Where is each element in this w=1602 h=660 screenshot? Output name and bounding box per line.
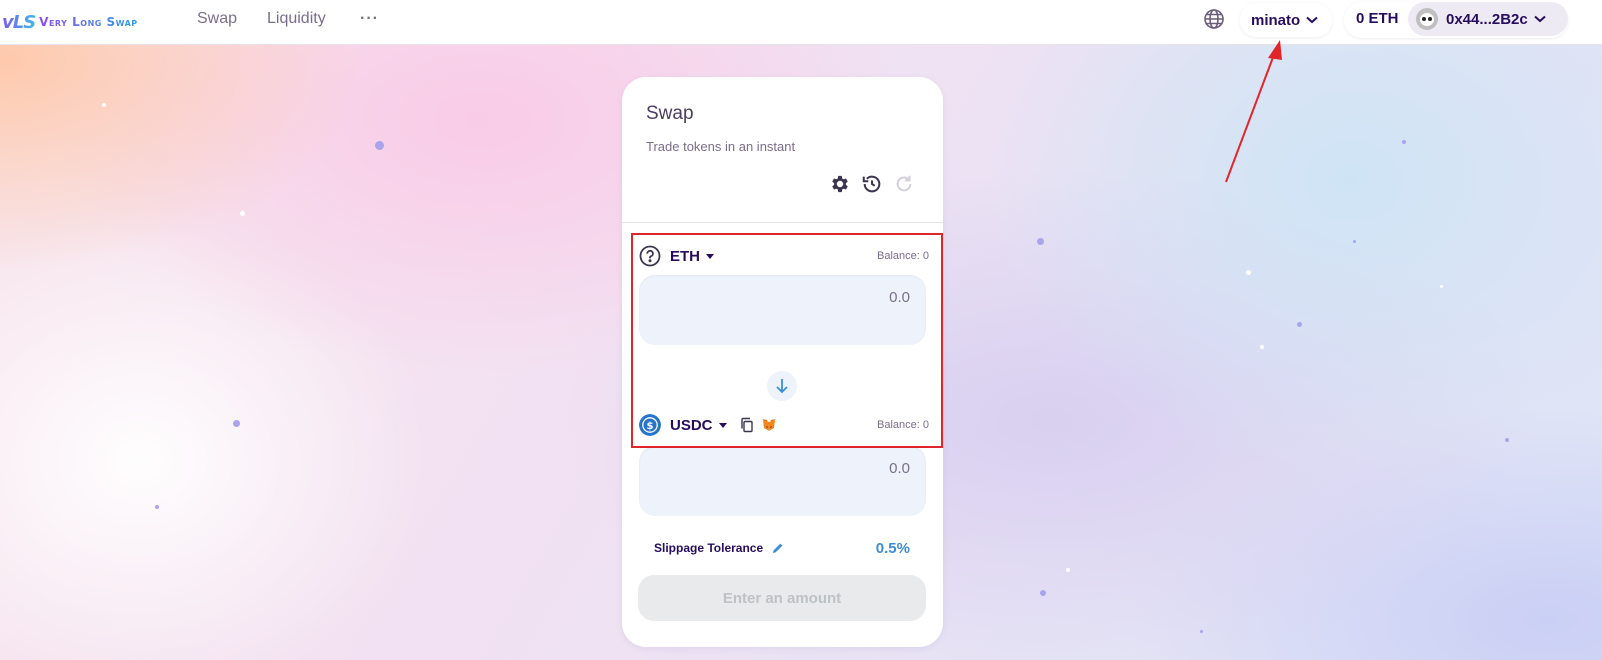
logo-mark: vLS (2, 11, 36, 33)
annotation-arrow (1225, 40, 1282, 183)
sparkle-dot (240, 211, 245, 216)
slippage-value: 0.5% (875, 539, 910, 557)
switch-tokens-button[interactable] (767, 371, 797, 401)
nav-link-liquidity[interactable]: Liquidity (267, 0, 326, 45)
sparkle-dot (1066, 568, 1070, 572)
chevron-down-icon (1534, 15, 1546, 23)
svg-text:$: $ (647, 421, 654, 432)
nav-more-menu[interactable]: ··· (360, 0, 379, 45)
page-title: Swap (646, 103, 694, 124)
sparkle-dot (1246, 270, 1251, 275)
from-amount-box (639, 275, 926, 345)
sparkle-dot (1353, 240, 1356, 243)
caret-down-icon[interactable] (706, 253, 714, 259)
logo-text: Very Long Swap (39, 15, 138, 29)
to-amount-box (639, 446, 926, 516)
from-balance: Balance: 0 (877, 250, 929, 262)
pencil-icon[interactable] (772, 542, 784, 554)
network-label: minato (1251, 11, 1301, 29)
globe-icon[interactable] (1202, 7, 1226, 31)
page-subtitle: Trade tokens in an instant (646, 139, 796, 154)
refresh-icon[interactable] (893, 173, 915, 195)
avatar (1416, 8, 1438, 30)
from-token-row: ETH Balance: 0 (639, 244, 929, 268)
sparkle-dot (1297, 322, 1302, 327)
account-button[interactable]: 0x44...2B2c (1408, 2, 1568, 36)
sparkle-dot (233, 420, 240, 427)
slippage-row: Slippage Tolerance 0.5% (654, 538, 910, 558)
sparkle-dot (375, 141, 384, 150)
metamask-icon[interactable] (761, 417, 777, 433)
network-selector[interactable]: minato (1240, 3, 1332, 37)
usdc-token-icon: $ (639, 414, 661, 436)
enter-amount-button[interactable]: Enter an amount (638, 575, 926, 621)
history-icon[interactable] (861, 173, 883, 195)
wallet-address: 0x44...2B2c (1446, 10, 1528, 28)
top-navigation-bar: vLS Very Long Swap Swap Liquidity ··· mi… (0, 0, 1602, 45)
slippage-label: Slippage Tolerance (654, 541, 764, 555)
arrow-down-icon (776, 379, 788, 394)
to-token-select[interactable]: USDC (670, 417, 713, 434)
copy-icon[interactable] (739, 417, 755, 433)
brand-logo[interactable]: vLS Very Long Swap (2, 0, 138, 45)
sparkle-dot (155, 505, 159, 509)
sparkle-dot (1402, 140, 1406, 144)
sparkle-dot (102, 103, 106, 107)
swap-card: Swap Trade tokens in an instant ETH Bala… (622, 77, 943, 647)
to-balance: Balance: 0 (877, 419, 929, 431)
caret-down-icon[interactable] (718, 422, 727, 428)
sparkle-dot (1037, 238, 1044, 245)
from-token-select[interactable]: ETH (670, 248, 700, 265)
divider (622, 222, 943, 223)
sparkle-dot (1040, 590, 1046, 596)
eth-balance: 0 ETH (1356, 10, 1399, 27)
sparkle-dot (1200, 630, 1203, 633)
nav-link-swap[interactable]: Swap (197, 0, 237, 45)
to-amount-input[interactable] (710, 460, 910, 477)
to-token-row: $ USDC Balance: 0 (639, 413, 929, 437)
chevron-down-icon (1306, 16, 1318, 24)
help-circle-icon (639, 245, 661, 267)
sparkle-dot (1260, 345, 1264, 349)
gear-icon[interactable] (829, 173, 851, 195)
from-amount-input[interactable] (710, 289, 910, 306)
sparkle-dot (1505, 438, 1509, 442)
sparkle-dot (1440, 285, 1443, 288)
